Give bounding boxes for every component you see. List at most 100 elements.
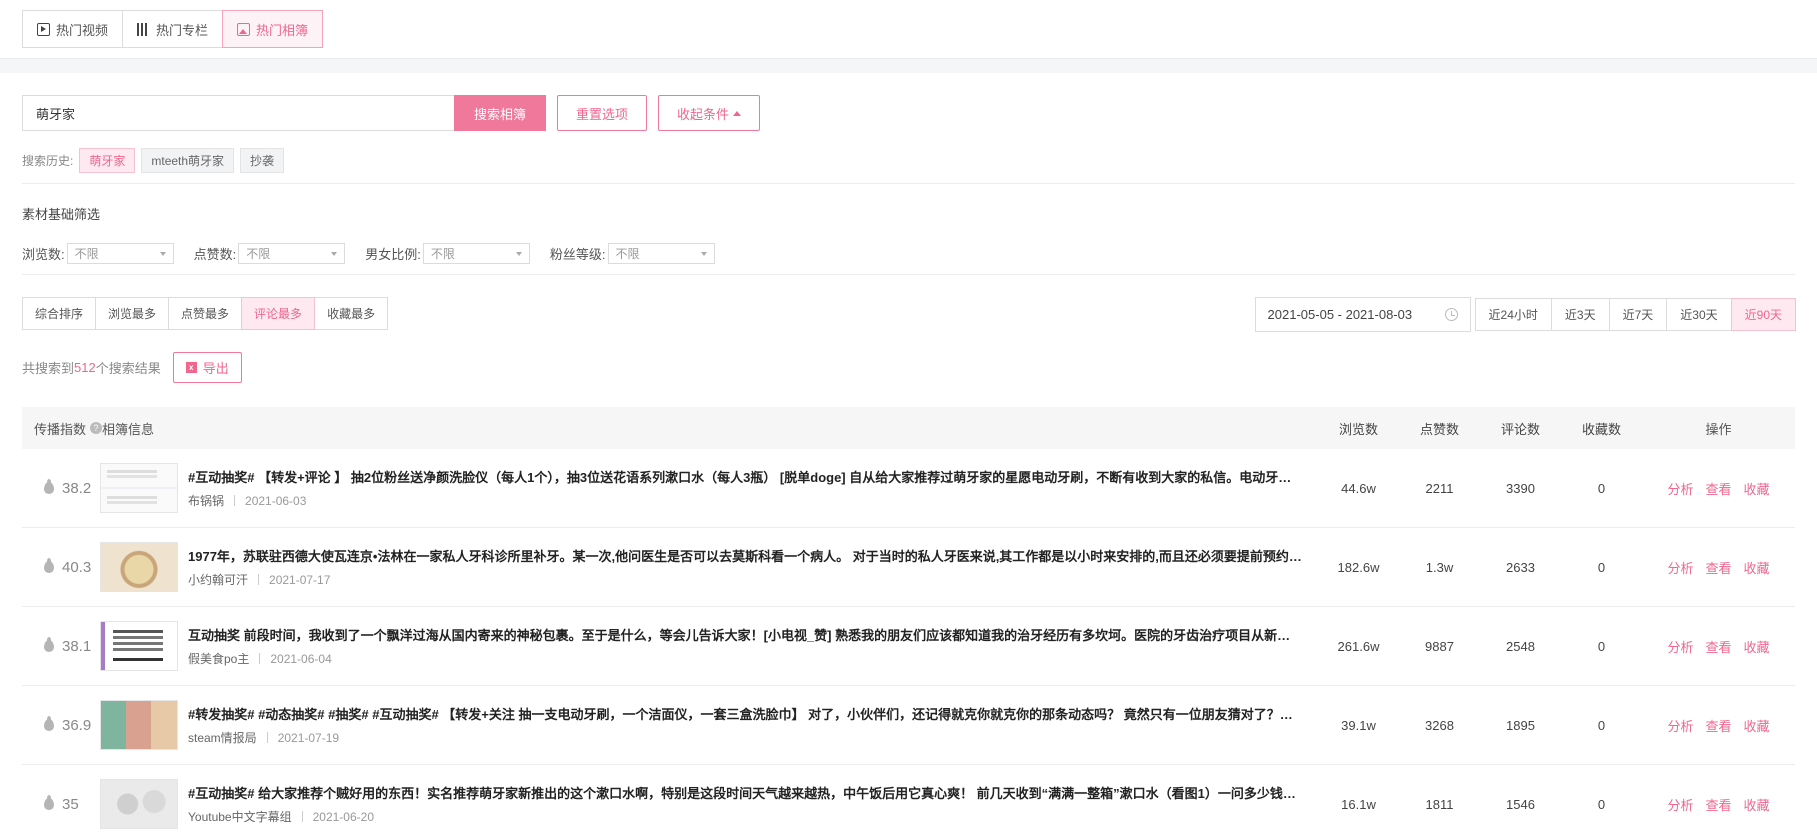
- view-link[interactable]: 查看: [1705, 561, 1731, 576]
- favorite-link[interactable]: 收藏: [1744, 640, 1770, 655]
- gender-ratio-select[interactable]: 不限: [422, 243, 530, 264]
- album-info: #互动抽奖# 给大家推荐个贼好用的东西！实名推荐萌牙家新推出的这个漱口水啊，特别…: [100, 779, 1318, 829]
- album-meta: steam情报局 2021-07-19: [188, 729, 1302, 746]
- tab-label: 热门视频: [56, 22, 109, 38]
- score-cell: 36.9: [22, 716, 112, 734]
- album-thumbnail[interactable]: [100, 621, 178, 671]
- sort-tab[interactable]: 收藏最多: [314, 297, 389, 330]
- analyze-link[interactable]: 分析: [1667, 482, 1693, 497]
- album-author[interactable]: 布锅锅: [188, 492, 224, 509]
- album-thumbnail[interactable]: [100, 779, 178, 829]
- date-range-value: 2021-05-05 - 2021-08-03: [1267, 307, 1413, 322]
- table-header: 传播指数 ? 相簿信息 浏览数 点赞数 评论数 收藏数 操作: [22, 407, 1795, 449]
- album-meta: 假美食po主 2021-06-04: [188, 650, 1302, 667]
- search-input[interactable]: [22, 95, 454, 131]
- comments-cell: 2633: [1506, 559, 1535, 575]
- album-title[interactable]: 1977年，苏联驻西德大使瓦连京•法林在一家私人牙科诊所里补牙。某一次,他问医生…: [188, 546, 1302, 565]
- favorite-link[interactable]: 收藏: [1744, 798, 1770, 813]
- analyze-link[interactable]: 分析: [1667, 798, 1693, 813]
- collapse-button[interactable]: 收起条件: [658, 95, 761, 131]
- table-row: 36.9 #转发抽奖# #动态抽奖# #抽奖# #互动抽奖# 【转发+关注 抽一支…: [22, 686, 1795, 765]
- sort-tab[interactable]: 浏览最多: [95, 297, 170, 330]
- filter-gender-ratio: 男女比例: 不限: [365, 243, 530, 264]
- tab-hot-videos[interactable]: 热门视频: [22, 10, 124, 48]
- tab-hot-albums[interactable]: 热门相簿: [222, 10, 324, 48]
- album-title[interactable]: #互动抽奖# 给大家推荐个贼好用的东西！实名推荐萌牙家新推出的这个漱口水啊，特别…: [188, 783, 1302, 802]
- analyze-link[interactable]: 分析: [1667, 561, 1693, 576]
- album-author[interactable]: steam情报局: [188, 729, 257, 746]
- table-row: 40.3 1977年，苏联驻西德大使瓦连京•法林在一家私人牙科诊所里补牙。某一次,…: [22, 528, 1795, 607]
- reset-label: 重置选项: [576, 106, 629, 122]
- table-body: 38.2 #互动抽奖# 【转发+评论 】 抽2位粉丝送净颜洗脸仪（每人1个），抽3…: [22, 449, 1795, 835]
- filter-label: 浏览数:: [22, 247, 65, 262]
- view-link[interactable]: 查看: [1705, 482, 1731, 497]
- meta-separator: [259, 653, 261, 664]
- quick-range[interactable]: 近24小时: [1474, 298, 1552, 331]
- tab-hot-columns[interactable]: 热门专栏: [122, 10, 224, 48]
- album-author[interactable]: 假美食po主: [188, 650, 249, 667]
- sort-tab[interactable]: 评论最多: [241, 297, 316, 330]
- chevron-down-icon: [700, 251, 707, 256]
- analyze-link[interactable]: 分析: [1667, 640, 1693, 655]
- quick-range[interactable]: 近30天: [1666, 298, 1732, 331]
- ops-cell: 分析 查看 收藏: [1642, 558, 1795, 577]
- filter-fan-level: 粉丝等级: 不限: [550, 243, 715, 264]
- history-tag[interactable]: mteeth萌牙家: [141, 148, 235, 173]
- help-icon[interactable]: ?: [90, 422, 103, 434]
- reset-button[interactable]: 重置选项: [557, 95, 648, 131]
- score-value: 35: [62, 795, 79, 813]
- chevron-down-icon: [159, 251, 166, 256]
- favorites-cell: 0: [1597, 480, 1606, 496]
- sort-tab[interactable]: 综合排序: [22, 297, 97, 330]
- search-row: 搜索相簿 重置选项 收起条件: [22, 95, 761, 131]
- album-title[interactable]: 互动抽奖 前段时间，我收到了一个飘洋过海从国内寄来的神秘包裹。至于是什么，等会儿…: [188, 625, 1302, 644]
- album-author[interactable]: 小约翰可汗: [188, 571, 248, 588]
- quick-range[interactable]: 近90天: [1730, 298, 1796, 331]
- history-tag[interactable]: 抄袭: [240, 148, 285, 173]
- album-thumbnail[interactable]: [100, 463, 178, 513]
- quick-range[interactable]: 近3天: [1550, 298, 1610, 331]
- album-thumbnail[interactable]: [100, 542, 178, 592]
- album-info: #互动抽奖# 【转发+评论 】 抽2位粉丝送净颜洗脸仪（每人1个），抽3位送花语…: [100, 463, 1318, 513]
- views-select[interactable]: 不限: [66, 243, 174, 264]
- history-tag[interactable]: 萌牙家: [79, 148, 136, 173]
- album-title[interactable]: #转发抽奖# #动态抽奖# #抽奖# #互动抽奖# 【转发+关注 抽一支电动牙刷…: [188, 704, 1302, 723]
- views-cell: 44.6w: [1341, 480, 1376, 496]
- view-link[interactable]: 查看: [1705, 798, 1731, 813]
- divider: [22, 183, 1795, 184]
- album-title[interactable]: #互动抽奖# 【转发+评论 】 抽2位粉丝送净颜洗脸仪（每人1个），抽3位送花语…: [188, 467, 1302, 486]
- header-comments: 评论数: [1500, 421, 1540, 437]
- album-date: 2021-06-20: [312, 809, 374, 824]
- favorite-link[interactable]: 收藏: [1744, 482, 1770, 497]
- sort-tab[interactable]: 点赞最多: [168, 297, 243, 330]
- clock-icon: [1444, 308, 1458, 321]
- score-value: 38.2: [62, 479, 92, 497]
- album-thumbnail[interactable]: [100, 700, 178, 750]
- export-button[interactable]: x 导出: [172, 352, 242, 383]
- likes-select[interactable]: 不限: [238, 243, 346, 264]
- date-range-picker[interactable]: 2021-05-05 - 2021-08-03: [1254, 297, 1471, 332]
- view-link[interactable]: 查看: [1705, 640, 1731, 655]
- favorite-link[interactable]: 收藏: [1744, 719, 1770, 734]
- analyze-link[interactable]: 分析: [1667, 719, 1693, 734]
- favorites-cell: 0: [1597, 559, 1606, 575]
- result-summary: 共搜索到 512 个搜索结果 x 导出: [22, 352, 242, 383]
- favorite-link[interactable]: 收藏: [1744, 561, 1770, 576]
- likes-cell: 1811: [1425, 796, 1454, 812]
- album-info: 互动抽奖 前段时间，我收到了一个飘洋过海从国内寄来的神秘包裹。至于是什么，等会儿…: [100, 621, 1318, 671]
- export-label: 导出: [202, 361, 229, 376]
- quick-range[interactable]: 近7天: [1608, 298, 1668, 331]
- search-button[interactable]: 搜索相簿: [454, 95, 546, 131]
- score: 38.1: [34, 637, 91, 655]
- album-info: #转发抽奖# #动态抽奖# #抽奖# #互动抽奖# 【转发+关注 抽一支电动牙刷…: [100, 700, 1318, 750]
- tab-label: 热门专栏: [156, 22, 209, 38]
- ops-cell: 分析 查看 收藏: [1642, 637, 1795, 656]
- fan-level-select[interactable]: 不限: [607, 243, 715, 264]
- search-history: 搜索历史: 萌牙家 mteeth萌牙家 抄袭: [22, 148, 285, 173]
- album-meta: 小约翰可汗 2021-07-17: [188, 571, 1302, 588]
- album-icon: [237, 22, 251, 36]
- filter-views: 浏览数: 不限: [22, 243, 174, 264]
- view-link[interactable]: 查看: [1705, 719, 1731, 734]
- views-cell: 182.6w: [1337, 559, 1380, 575]
- album-author[interactable]: Youtube中文字幕组: [188, 808, 292, 825]
